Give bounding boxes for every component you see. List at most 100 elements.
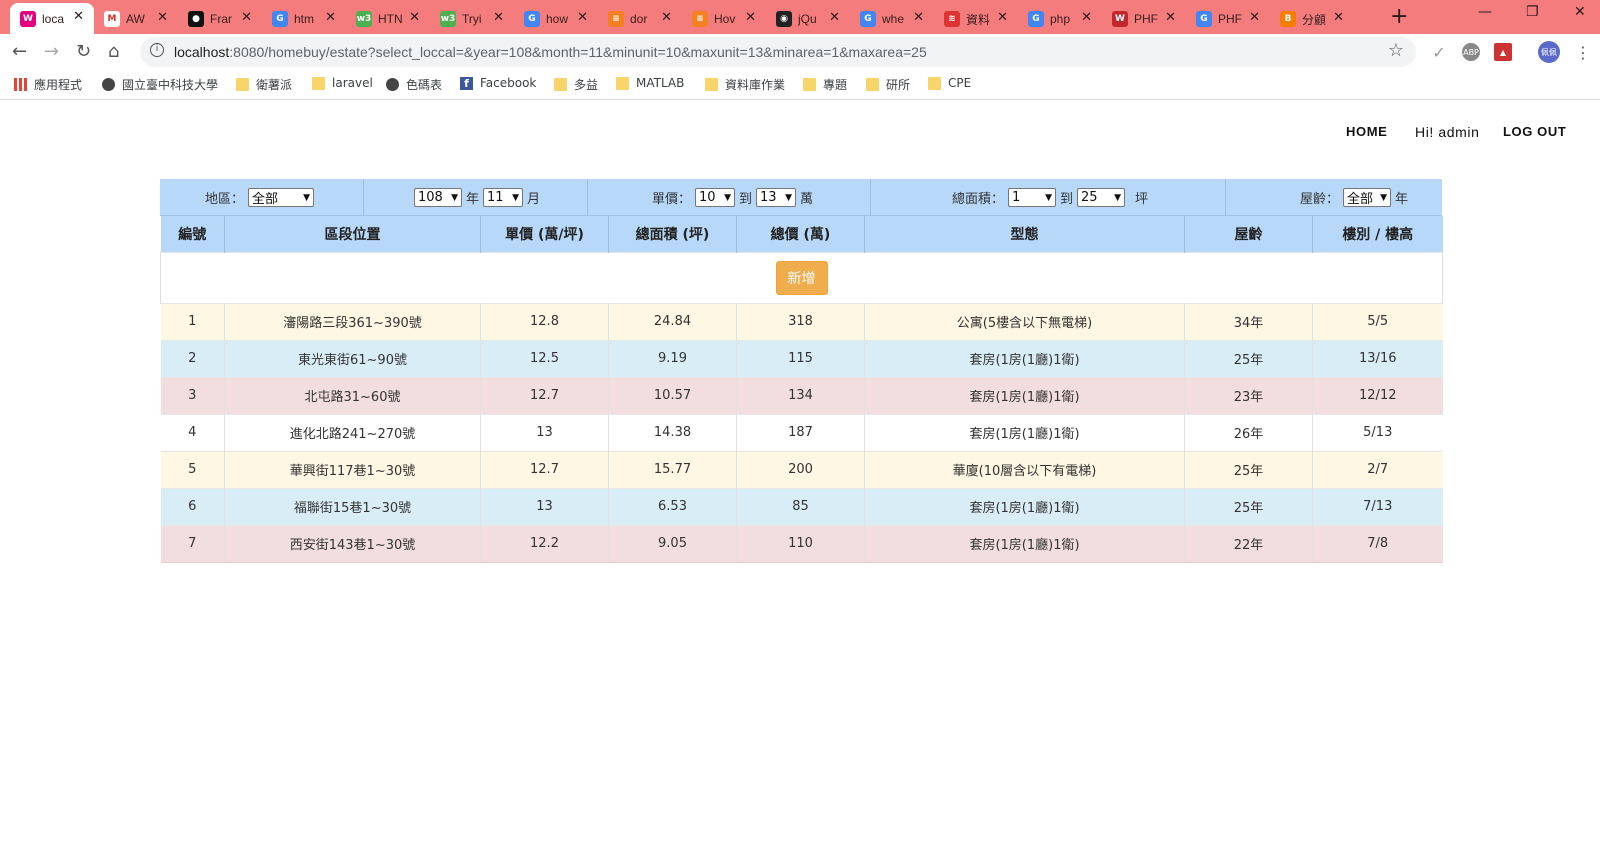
header-total-area[interactable]: 總面積 (坪)	[608, 216, 737, 252]
close-tab-icon[interactable]: ✕	[829, 10, 840, 25]
home-icon[interactable]: ⌂	[108, 41, 119, 62]
range-to-text: 到	[739, 192, 753, 207]
close-tab-icon[interactable]: ✕	[1081, 10, 1092, 25]
unit-price-min-select[interactable]: 10 ▼	[695, 188, 736, 207]
nav-logout-link[interactable]: LOG OUT	[1503, 124, 1566, 139]
close-tab-icon[interactable]: ✕	[1249, 10, 1260, 25]
bookmark-label: Facebook	[480, 76, 537, 90]
folder-icon	[866, 78, 879, 91]
browser-tab[interactable]: Ghtm ✕	[262, 4, 346, 34]
browser-tab[interactable]: w3 Tryi ✕	[430, 4, 514, 34]
browser-tab[interactable]: ≡ Hov ✕	[682, 4, 766, 34]
browser-tab[interactable]: Gwhe ✕	[850, 4, 934, 34]
header-age[interactable]: 屋齡	[1184, 216, 1313, 252]
close-tab-icon[interactable]: ✕	[409, 10, 420, 25]
header-location[interactable]: 區段位置	[224, 216, 481, 252]
reload-icon[interactable]: ↻	[76, 41, 91, 62]
region-select-value: 全部	[252, 192, 279, 207]
table-row[interactable]: 3 北屯路31~60號 12.7 10.57 134 套房(1房(1廳)1衛) 23年 12/…	[160, 376, 1443, 414]
close-tab-icon[interactable]: ✕	[745, 10, 756, 25]
bookmark-item[interactable]: 國立臺中科技大學	[102, 76, 218, 93]
age-select[interactable]: 全部 ▼	[1343, 188, 1392, 207]
close-tab-icon[interactable]: ✕	[661, 10, 672, 25]
browser-tab[interactable]: Gphp ✕	[1018, 4, 1102, 34]
close-tab-icon[interactable]: ✕	[241, 10, 252, 25]
browser-tab[interactable]: G PHF ✕	[1186, 4, 1270, 34]
folder-icon	[554, 78, 567, 91]
browser-tab[interactable]: ≋ 資料 ✕	[934, 4, 1018, 34]
address-bar[interactable]: i localhost:8080/homebuy/estate?select_l…	[140, 37, 1416, 67]
profile-avatar[interactable]: 佩佩	[1538, 41, 1560, 63]
close-tab-icon[interactable]: ✕	[997, 10, 1008, 25]
dropdown-arrow-icon: ▼	[303, 192, 311, 203]
tab-title: PHF	[1134, 12, 1158, 26]
browser-tab[interactable]: Ghow ✕	[514, 4, 598, 34]
minimize-button[interactable]: —	[1478, 4, 1492, 20]
adblock-extension-icon[interactable]: ABP	[1462, 43, 1480, 61]
bookmark-item[interactable]: 資料庫作業	[705, 76, 785, 93]
close-tab-icon[interactable]: ✕	[157, 10, 168, 25]
restore-button[interactable]: ❐	[1526, 4, 1539, 20]
bookmark-item[interactable]: 研所	[866, 76, 910, 93]
table-row[interactable]: 1 瀋陽路三段361~390號 12.8 24.84 318 公寓(5樓含以下無電梯) 34…	[160, 302, 1443, 340]
site-info-icon[interactable]: i	[150, 43, 164, 57]
bookmark-item[interactable]: 專題	[803, 76, 847, 93]
bookmark-item[interactable]: 多益	[554, 76, 598, 93]
close-tab-icon[interactable]: ✕	[493, 10, 504, 25]
month-select-value: 11	[487, 190, 504, 205]
table-row[interactable]: 5 華興街117巷1~30號 12.7 15.77 200 華廈(10層含以下有電梯) 25…	[160, 450, 1443, 488]
header-id[interactable]: 編號	[160, 216, 225, 252]
forward-arrow-icon[interactable]: →	[44, 41, 59, 62]
google-icon: G	[860, 11, 876, 27]
close-tab-icon[interactable]: ✕	[325, 10, 336, 25]
bookmark-item[interactable]: 應用程式	[14, 76, 82, 93]
close-window-button[interactable]: ✕	[1574, 4, 1586, 20]
back-arrow-icon[interactable]: ←	[12, 41, 27, 62]
browser-tab[interactable]: M AW ✕	[94, 4, 178, 34]
pdf-extension-icon[interactable]: ▲	[1494, 43, 1512, 61]
header-type[interactable]: 型態	[864, 216, 1185, 252]
header-total-price[interactable]: 總價 (萬)	[736, 216, 865, 252]
close-tab-icon[interactable]: ✕	[1333, 10, 1344, 25]
browser-tab[interactable]: ● Frar ✕	[178, 4, 262, 34]
bookmark-item[interactable]: laravel	[312, 76, 373, 90]
bookmark-item[interactable]: 衛薯派	[236, 76, 292, 93]
browser-tab[interactable]: Wloca ✕	[10, 3, 94, 34]
cell-type: 華廈(10層含以下有電梯)	[864, 450, 1185, 488]
browser-tab[interactable]: ◉ jQu ✕	[766, 4, 850, 34]
unit-price-max-select[interactable]: 13 ▼	[756, 188, 797, 207]
menu-kebab-icon[interactable]: ⋮	[1574, 43, 1592, 62]
bookmark-item[interactable]: 色碼表	[386, 76, 442, 93]
browser-tab[interactable]: w3 HTN ✕	[346, 4, 430, 34]
month-select[interactable]: 11 ▼	[483, 188, 524, 207]
bookmark-item[interactable]: f Facebook	[460, 76, 536, 90]
browser-tab[interactable]: B 分顧 ✕	[1270, 4, 1354, 34]
table-row[interactable]: 7 西安街143巷1~30號 12.2 9.05 110 套房(1房(1廳)1衛) 22年 7…	[160, 524, 1443, 563]
new-tab-button[interactable]: +	[1390, 4, 1408, 29]
url-text[interactable]: localhost:8080/homebuy/estate?select_loc…	[174, 44, 927, 60]
year-select[interactable]: 108 ▼	[414, 188, 462, 207]
close-tab-icon[interactable]: ✕	[913, 10, 924, 25]
wamp-icon: W	[20, 10, 36, 27]
area-max-select[interactable]: 25 ▼	[1077, 188, 1126, 207]
close-tab-icon[interactable]: ✕	[577, 10, 588, 25]
header-floor[interactable]: 樓別 / 樓高	[1312, 216, 1443, 252]
table-row[interactable]: 4 進化北路241~270號 13 14.38 187 套房(1房(1廳)1衛) 26年 5/…	[160, 413, 1443, 451]
region-select[interactable]: 全部 ▼	[248, 188, 315, 207]
table-row[interactable]: 6 福聯街15巷1~30號 13 6.53 85 套房(1房(1廳)1衛) 25年 7/13	[160, 487, 1443, 525]
close-tab-icon[interactable]: ✕	[73, 9, 84, 24]
bookmark-label: 國立臺中科技大學	[122, 78, 219, 92]
checkmark-extension-icon[interactable]: ✓	[1430, 43, 1448, 62]
nav-home-link[interactable]: HOME	[1346, 124, 1387, 139]
bookmark-item[interactable]: CPE	[928, 76, 971, 90]
header-unit-price[interactable]: 單價 (萬/坪)	[480, 216, 609, 252]
browser-tab[interactable]: ≡ dor ✕	[598, 4, 682, 34]
bookmark-item[interactable]: MATLAB	[616, 76, 684, 90]
area-min-select[interactable]: 1 ▼	[1008, 188, 1057, 207]
bookmark-star-icon[interactable]: ☆	[1388, 40, 1404, 61]
table-row[interactable]: 2 東光東街61~90號 12.5 9.19 115 套房(1房(1廳)1衛) 25年 13/…	[160, 339, 1443, 377]
close-tab-icon[interactable]: ✕	[1165, 10, 1176, 25]
add-button[interactable]: 新增	[775, 260, 828, 295]
browser-tab[interactable]: W PHF ✕	[1102, 4, 1186, 34]
w-icon: W	[1112, 11, 1128, 27]
